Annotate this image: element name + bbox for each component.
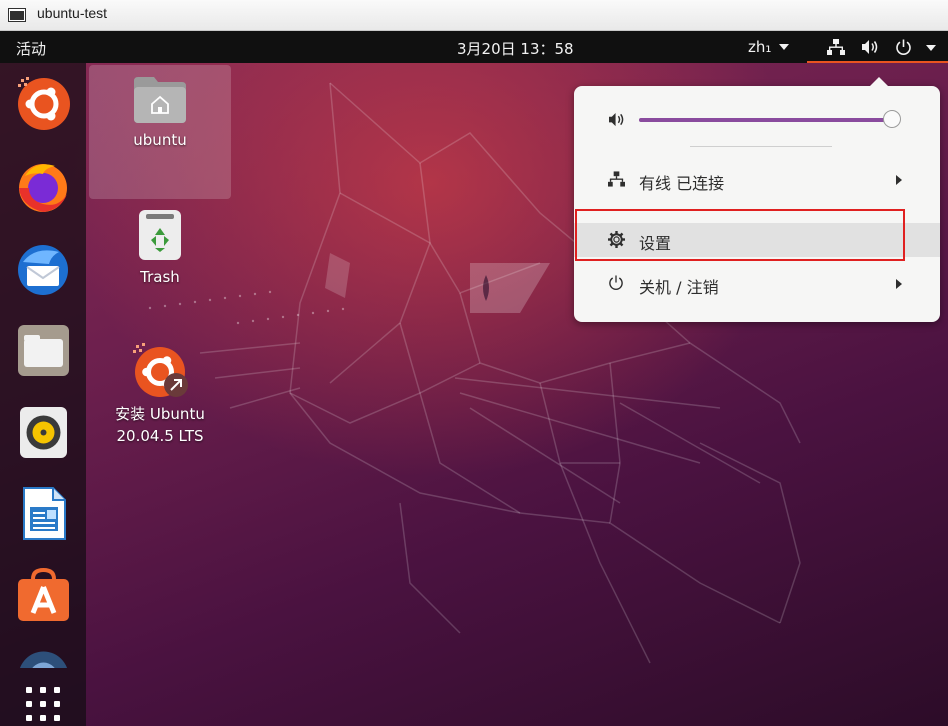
dock-item-software[interactable] <box>15 567 72 624</box>
ubuntu-software-icon <box>18 567 69 621</box>
vm-window-title: ubuntu-test <box>37 5 108 21</box>
desktop-icon-trash[interactable]: Trash <box>89 208 231 288</box>
volume-icon <box>609 112 624 127</box>
power-icon <box>609 275 623 290</box>
firefox-icon <box>19 164 67 212</box>
dock-item-firefox[interactable] <box>15 158 72 215</box>
home-folder-icon <box>134 77 186 123</box>
activities-button[interactable]: 活动 <box>16 38 46 59</box>
status-area-button[interactable] <box>807 31 948 63</box>
dock-item-thunderbird[interactable] <box>15 240 72 297</box>
thunderbird-icon <box>18 245 68 295</box>
desktop-icon-label-line1: 安装 Ubuntu <box>115 405 205 423</box>
highlight-annotation <box>575 209 905 261</box>
desktop-icon-home[interactable]: ubuntu <box>89 65 231 199</box>
volume-slider-handle[interactable] <box>882 110 901 128</box>
input-method-button[interactable]: zh₁ <box>748 38 789 56</box>
chevron-down-icon <box>926 45 936 51</box>
desktop-icon-install-ubuntu[interactable]: 安装 Ubuntu 20.04.5 LTS <box>89 343 231 447</box>
menu-item-power-off-logout[interactable]: 关机 / 注销 <box>574 267 940 301</box>
system-menu: 有线 已连接 设置 关机 / 注销 <box>574 77 940 322</box>
help-icon <box>19 651 68 668</box>
volume-icon <box>862 40 878 54</box>
files-icon <box>18 325 69 376</box>
power-icon <box>896 39 911 55</box>
ubuntu-logo-icon <box>18 77 70 130</box>
rhythmbox-icon <box>20 407 67 458</box>
trash-icon <box>139 210 181 260</box>
network-wired-icon <box>608 171 625 187</box>
dock-item-help[interactable] <box>15 648 72 668</box>
libreoffice-writer-icon <box>23 487 66 540</box>
ubuntu-installer-icon <box>133 343 188 397</box>
dock-item-writer[interactable] <box>15 485 72 542</box>
volume-row <box>574 104 940 136</box>
menu-item-label: 有线 已连接 <box>639 174 725 193</box>
input-method-label: zh₁ <box>748 38 772 56</box>
dock <box>0 63 86 726</box>
desktop-icon-label: Trash <box>140 268 180 286</box>
volume-slider[interactable] <box>639 110 901 128</box>
desktop-icon-label-line2: 20.04.5 LTS <box>116 427 204 445</box>
dock-item-files[interactable] <box>15 322 72 379</box>
show-applications-button[interactable] <box>24 685 64 725</box>
network-wired-icon <box>827 39 845 55</box>
chevron-right-icon <box>896 175 902 185</box>
menu-item-label: 关机 / 注销 <box>639 278 719 297</box>
desktop-icon-label: ubuntu <box>133 131 187 149</box>
volume-slider-fill <box>639 118 892 122</box>
show-applications-icon <box>26 687 60 721</box>
top-bar: 活动 3月20日 13：58 zh₁ <box>0 31 948 63</box>
clock-button[interactable]: 3月20日 13：58 <box>457 38 574 59</box>
dock-item-rhythmbox[interactable] <box>15 404 72 461</box>
vm-window-icon <box>8 8 26 22</box>
system-menu-arrow <box>869 77 889 87</box>
vm-title-bar: ubuntu-test <box>0 0 948 31</box>
menu-separator <box>690 146 832 147</box>
dock-item-ubuntu[interactable] <box>15 75 72 132</box>
chevron-down-icon <box>779 44 789 50</box>
chevron-right-icon <box>896 279 902 289</box>
menu-item-wired-network[interactable]: 有线 已连接 <box>574 163 940 197</box>
